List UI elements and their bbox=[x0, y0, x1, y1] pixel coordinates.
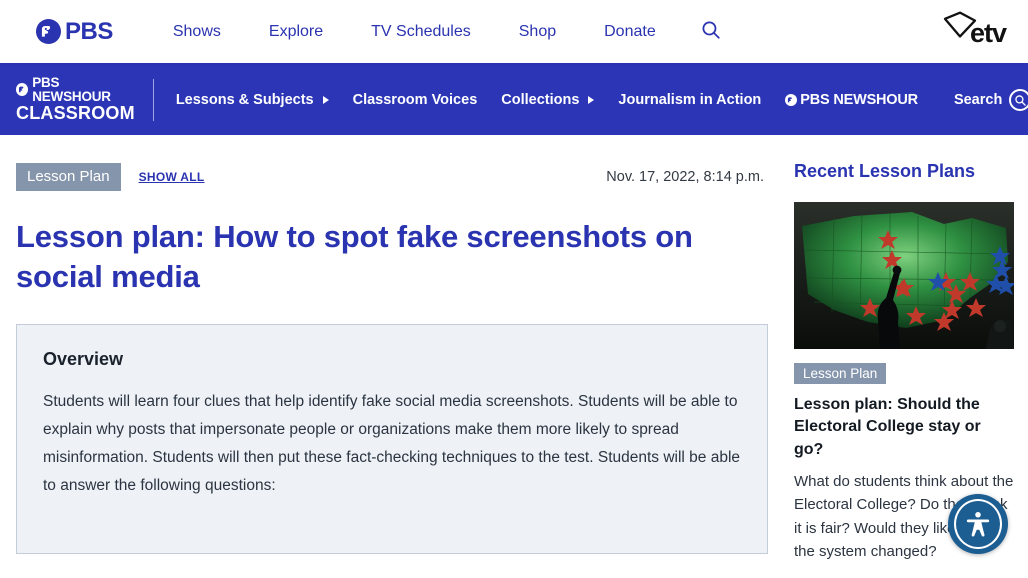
overview-heading: Overview bbox=[43, 348, 124, 369]
classroom-nav-lessons-subjects[interactable]: Lessons & Subjects bbox=[164, 92, 341, 108]
nav-item-shows[interactable]: Shows bbox=[149, 23, 245, 41]
search-icon bbox=[1009, 89, 1028, 111]
article-meta-row: Lesson Plan SHOW ALL Nov. 17, 2022, 8:14… bbox=[16, 163, 768, 191]
classroom-nav-pbs-newshour-label: PBS NEWSHOUR bbox=[800, 92, 918, 108]
sidebar-heading: Recent Lesson Plans bbox=[794, 161, 976, 181]
sidebar-card-badge: Lesson Plan bbox=[794, 363, 887, 384]
accessibility-button[interactable] bbox=[948, 494, 1008, 554]
newshour-classroom-logo[interactable]: PBS NEWSHOUR CLASSROOM bbox=[16, 76, 154, 124]
classroom-nav-collections[interactable]: Collections bbox=[489, 92, 606, 108]
pbs-top-bar: PBS Shows Explore TV Schedules Shop Dona… bbox=[0, 0, 1028, 65]
pbs-logo[interactable]: PBS bbox=[36, 18, 113, 46]
overview-body-text: Students will learn four clues that help… bbox=[43, 392, 741, 495]
article-main-column: Lesson Plan SHOW ALL Nov. 17, 2022, 8:14… bbox=[16, 135, 768, 563]
pbs-head-icon bbox=[36, 19, 61, 44]
classroom-nav-pbs-newshour[interactable]: PBS NEWSHOUR bbox=[773, 92, 930, 108]
search-button[interactable] bbox=[680, 19, 742, 44]
classroom-nav-journalism-in-action[interactable]: Journalism in Action bbox=[606, 92, 773, 108]
nav-item-donate[interactable]: Donate bbox=[580, 23, 680, 41]
classroom-nav-bar: PBS NEWSHOUR CLASSROOM Lessons & Subject… bbox=[0, 65, 1028, 135]
nav-item-shop[interactable]: Shop bbox=[495, 23, 580, 41]
show-all-link[interactable]: SHOW ALL bbox=[139, 170, 205, 184]
classroom-primary-nav: Lessons & Subjects Classroom Voices Coll… bbox=[164, 92, 930, 108]
classroom-nav-journalism-in-action-label: Journalism in Action bbox=[618, 92, 762, 108]
page-title: Lesson plan: How to spot fake screenshot… bbox=[16, 219, 693, 294]
pbs-primary-nav: Shows Explore TV Schedules Shop Donate bbox=[149, 23, 680, 41]
etv-station-logo[interactable]: etv bbox=[942, 10, 1007, 49]
classroom-search-label: Search bbox=[953, 92, 1003, 108]
sidebar-card-title: Lesson plan: Should the Electoral Colleg… bbox=[794, 396, 981, 458]
article-date: Nov. 17, 2022, 8:14 p.m. bbox=[606, 169, 764, 185]
newshour-classroom-logo-line1: PBS NEWSHOUR bbox=[16, 76, 135, 103]
chevron-right-icon bbox=[588, 96, 595, 104]
pbs-wordmark: PBS bbox=[65, 17, 113, 45]
status-badge: Lesson Plan bbox=[16, 163, 121, 191]
nav-item-tv-schedules[interactable]: TV Schedules bbox=[347, 23, 495, 41]
accessibility-person-icon bbox=[954, 499, 1002, 549]
electoral-map-thumbnail bbox=[794, 202, 1014, 349]
page-body: Lesson Plan SHOW ALL Nov. 17, 2022, 8:14… bbox=[0, 135, 1028, 563]
nav-item-explore[interactable]: Explore bbox=[245, 23, 347, 41]
etv-wordmark: etv bbox=[969, 18, 1007, 49]
chevron-right-icon bbox=[322, 96, 329, 104]
overview-panel: Overview Students will learn four clues … bbox=[16, 323, 768, 554]
newshour-label: PBS NEWSHOUR bbox=[32, 75, 111, 104]
classroom-nav-classroom-voices-label: Classroom Voices bbox=[352, 92, 478, 108]
classroom-label: CLASSROOM bbox=[16, 103, 135, 124]
classroom-nav-lessons-subjects-label: Lessons & Subjects bbox=[175, 92, 314, 108]
classroom-nav-collections-label: Collections bbox=[501, 92, 580, 108]
classroom-nav-classroom-voices[interactable]: Classroom Voices bbox=[341, 92, 490, 108]
pbs-head-icon bbox=[16, 83, 29, 97]
classroom-search-button[interactable]: Search bbox=[948, 88, 1028, 112]
pbs-head-icon bbox=[785, 94, 798, 106]
search-icon bbox=[700, 19, 722, 44]
